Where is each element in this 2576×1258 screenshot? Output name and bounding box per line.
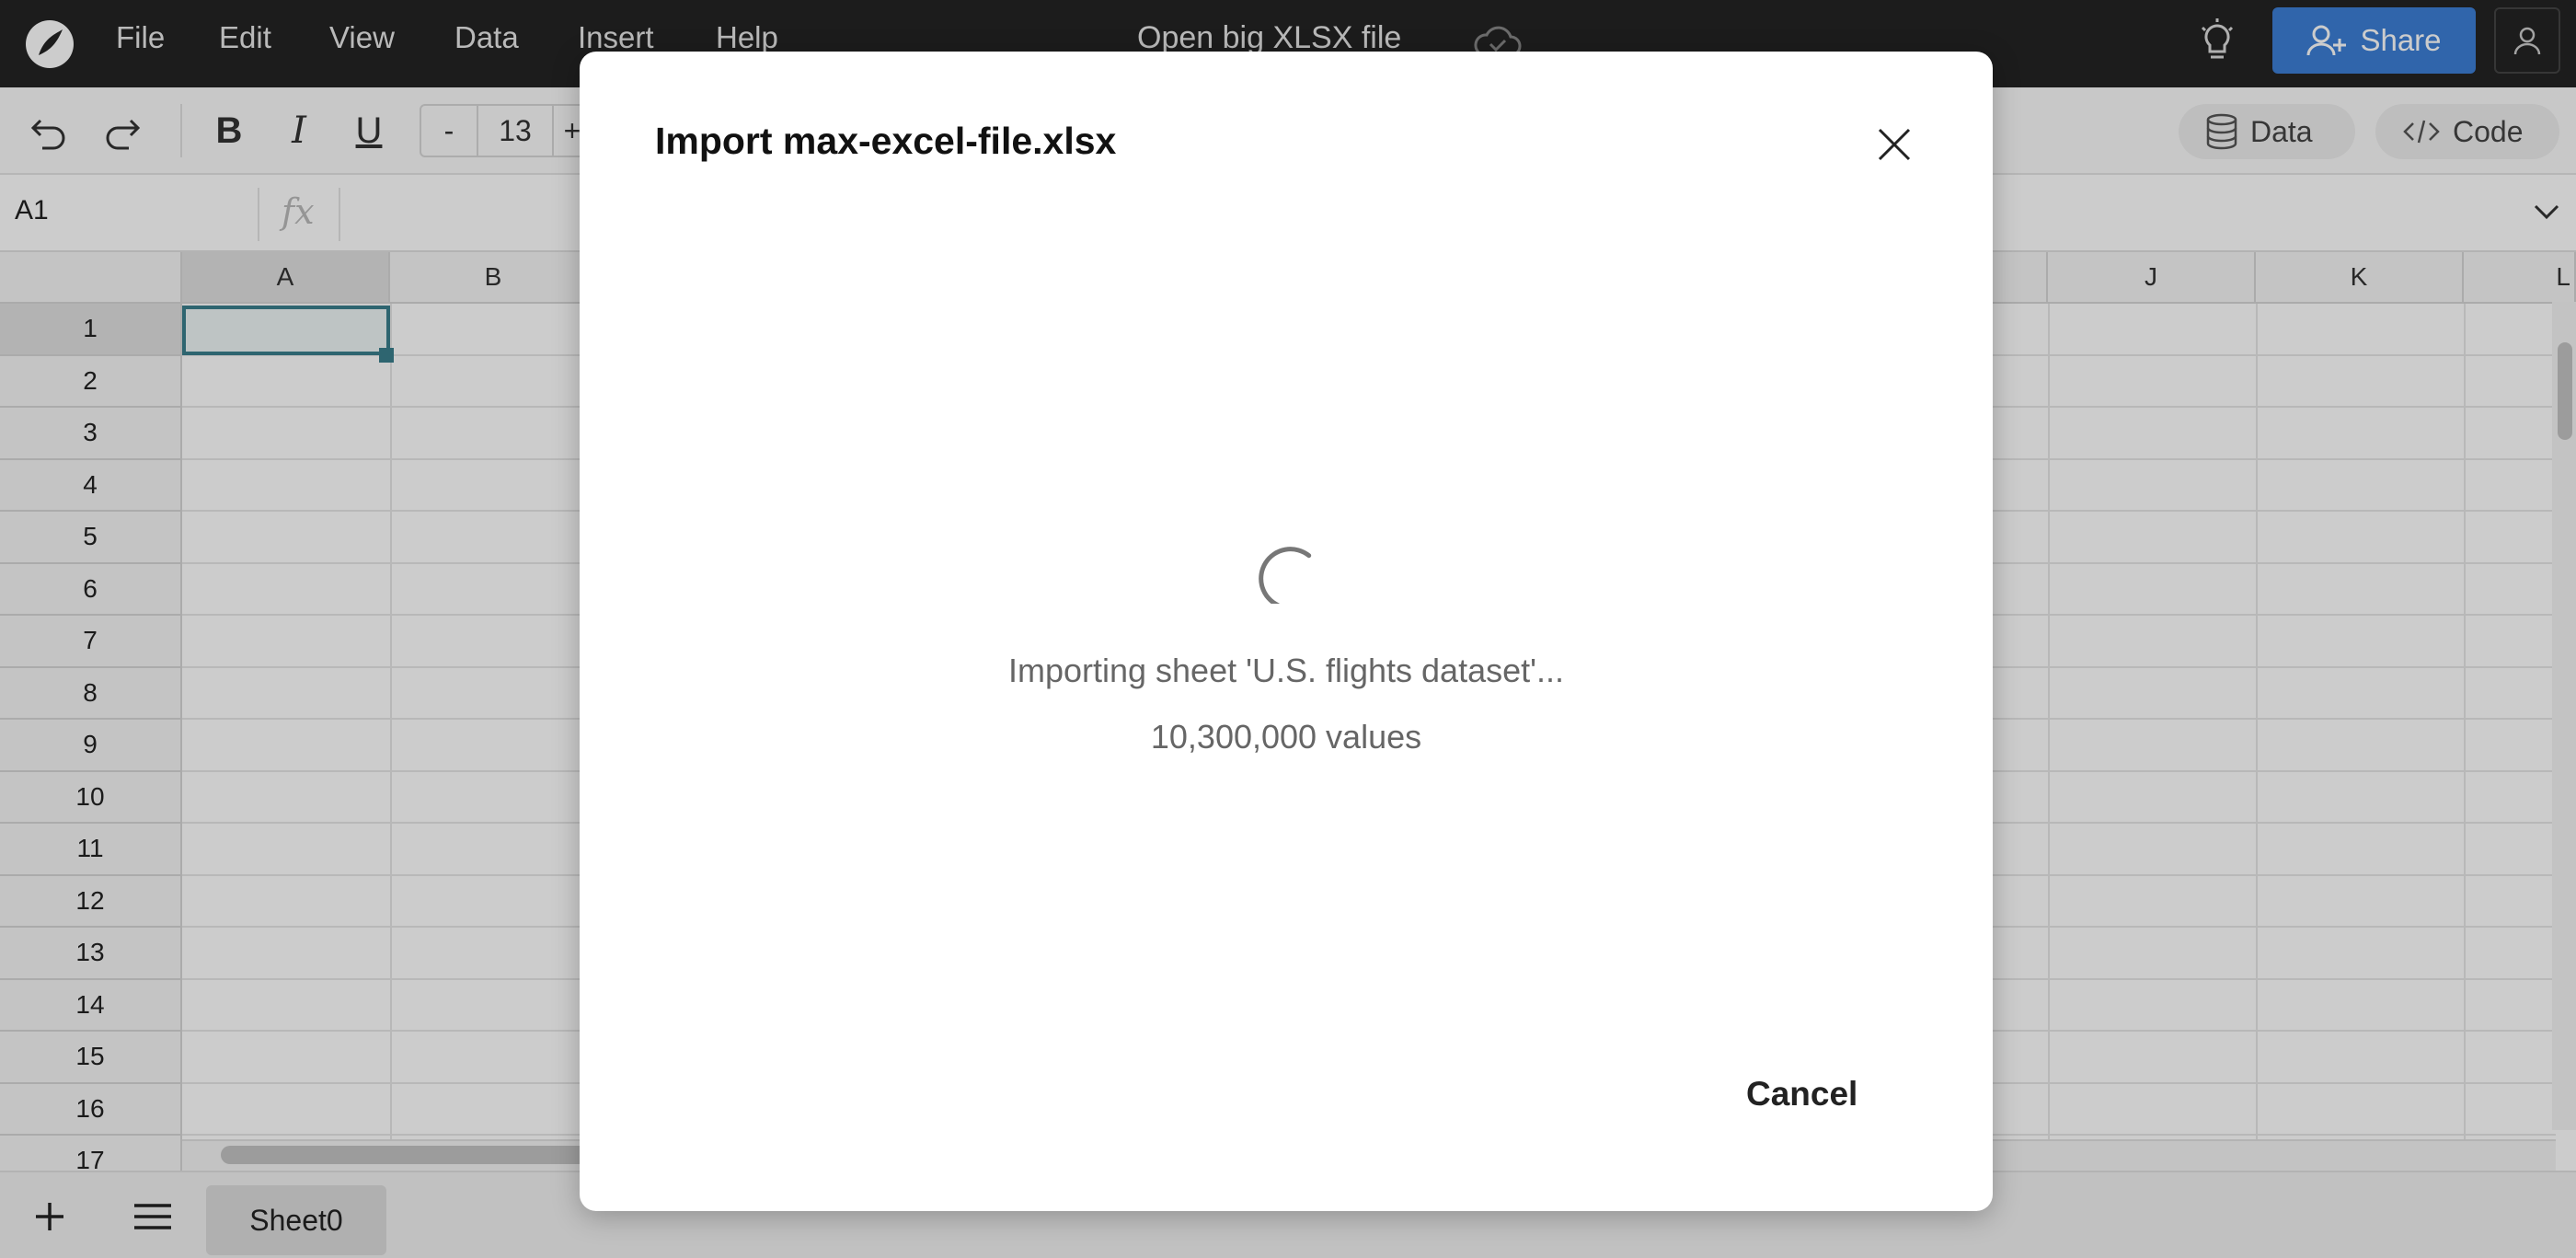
cancel-button[interactable]: Cancel bbox=[1746, 1075, 1857, 1114]
close-icon[interactable] bbox=[1877, 127, 1912, 162]
dialog-title: Import max-excel-file.xlsx bbox=[655, 120, 1117, 162]
import-status-text: Importing sheet 'U.S. flights dataset'..… bbox=[1007, 652, 1565, 689]
import-dialog: Import max-excel-file.xlsx Importing she… bbox=[580, 52, 1993, 1211]
import-count-text: 10,300,000 values bbox=[1150, 718, 1422, 756]
loading-spinner-icon bbox=[1259, 547, 1312, 604]
